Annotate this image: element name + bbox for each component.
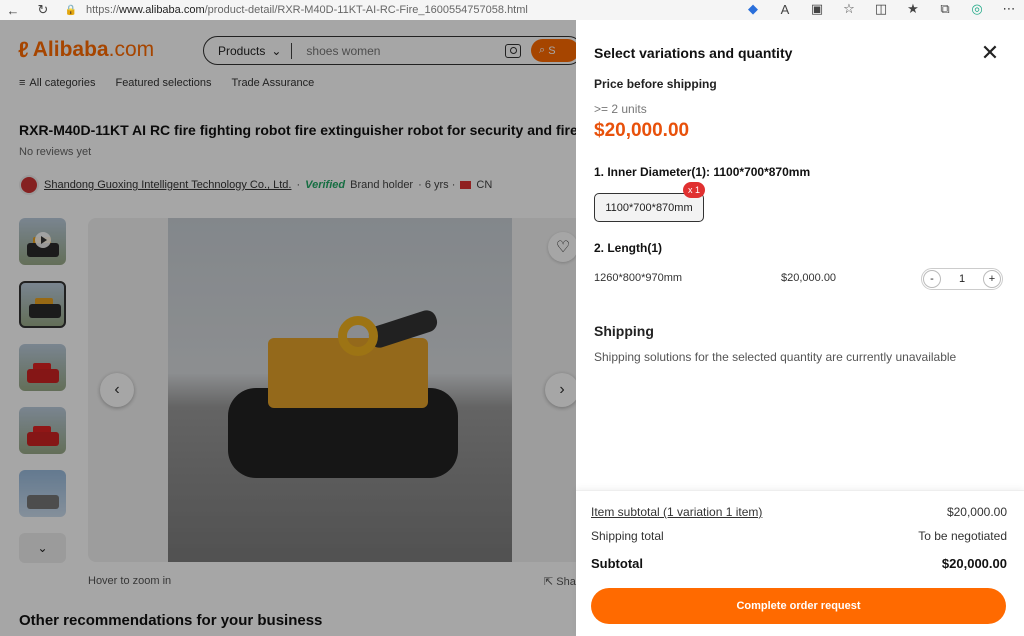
extension-icon[interactable]: ◎ <box>970 1 984 16</box>
url-text: https://www.alibaba.com/product-detail/R… <box>86 4 528 16</box>
complete-order-request-button[interactable]: Complete order request <box>591 588 1006 624</box>
subtotal-label: Subtotal <box>591 556 643 571</box>
price-label: Price before shipping <box>594 77 717 91</box>
shipping-total-value: To be negotiated <box>918 529 1007 543</box>
read-aloud-icon[interactable]: A <box>778 2 792 17</box>
option-inner-diameter-label: 1. Inner Diameter(1): 1100*700*870mm <box>594 165 811 179</box>
shipping-heading: Shipping <box>594 323 654 339</box>
back-arrow-icon[interactable]: ← <box>6 3 20 18</box>
close-button[interactable]: ✕ <box>979 40 1001 65</box>
favorites-icon[interactable]: ★ <box>906 1 920 16</box>
drawer-title: Select variations and quantity <box>594 45 793 61</box>
quantity-stepper: - 1 + <box>921 268 1003 290</box>
subtotal-row: Subtotal $20,000.00 <box>591 556 1007 571</box>
min-units: >= 2 units <box>594 102 647 116</box>
item-subtotal-value: $20,000.00 <box>946 505 1007 519</box>
quantity-input[interactable]: 1 <box>959 273 965 285</box>
shipping-note: Shipping solutions for the selected quan… <box>594 350 957 364</box>
item-subtotal-link[interactable]: Item subtotal (1 variation 1 item) <box>591 505 762 519</box>
tag-icon[interactable]: ◆ <box>746 1 760 16</box>
address-bar[interactable]: 🔒 https://www.alibaba.com/product-detail… <box>64 3 528 17</box>
increase-quantity-button[interactable]: + <box>983 270 1001 288</box>
shipping-total-row: Shipping total To be negotiated <box>591 529 1007 543</box>
item-subtotal-row: Item subtotal (1 variation 1 item) $20,0… <box>591 505 1007 519</box>
favorite-star-icon[interactable]: ☆ <box>842 1 856 16</box>
subtotal-value: $20,000.00 <box>941 556 1007 571</box>
app-icon[interactable]: ▣ <box>810 1 824 16</box>
lock-icon[interactable]: 🔒 <box>64 3 78 17</box>
browser-toolbar: ← ↻ 🔒 https://www.alibaba.com/product-de… <box>0 0 1024 20</box>
chip-count-badge: x 1 <box>683 182 705 198</box>
shipping-total-label: Shipping total <box>591 529 664 543</box>
variation-drawer: Select variations and quantity ✕ Price b… <box>576 20 1024 636</box>
refresh-icon[interactable]: ↻ <box>36 2 50 17</box>
close-icon: ✕ <box>980 40 1000 65</box>
more-menu-icon[interactable]: ⋯ <box>1002 1 1016 16</box>
browser-actions: ◆ A ▣ ☆ ◫ ★ ⧉ ◎ ⋯ <box>746 1 1016 17</box>
order-summary-footer: Item subtotal (1 variation 1 item) $20,0… <box>576 490 1024 636</box>
decrease-quantity-button[interactable]: - <box>923 270 941 288</box>
option-length-label: 2. Length(1) <box>594 241 662 255</box>
collections-icon[interactable]: ⧉ <box>938 1 952 16</box>
length-variant-name: 1260*800*970mm <box>594 272 683 284</box>
length-variant-price: $20,000.00 <box>781 272 837 284</box>
split-screen-icon[interactable]: ◫ <box>874 1 888 16</box>
unit-price: $20,000.00 <box>594 120 690 141</box>
